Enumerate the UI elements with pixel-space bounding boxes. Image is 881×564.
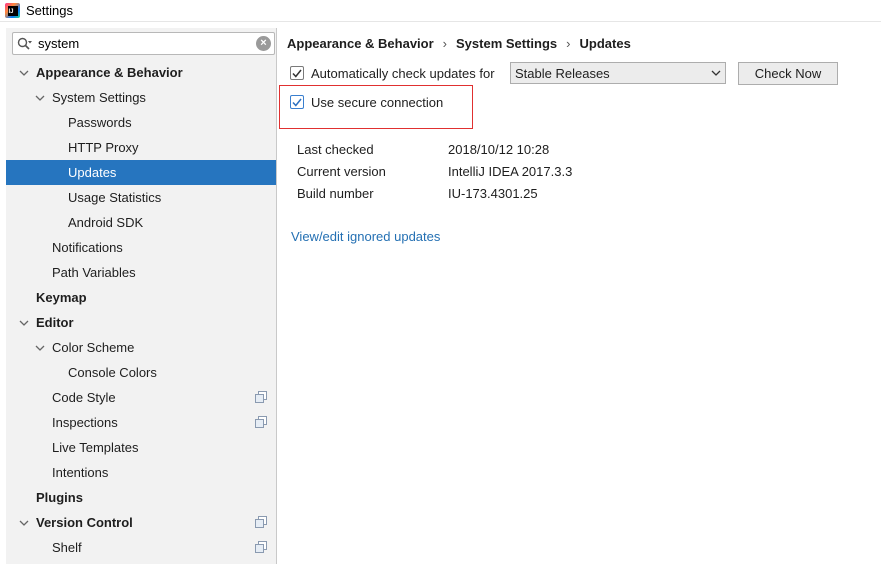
tree-item-label: Code Style <box>52 390 116 405</box>
tree-item[interactable]: Console Colors <box>6 360 276 385</box>
tree-item-label: Inspections <box>52 415 118 430</box>
tree-item-label: Usage Statistics <box>68 190 162 205</box>
tree-item-label: Passwords <box>68 115 132 130</box>
tree-item[interactable]: Inspections <box>6 410 276 435</box>
search-input[interactable] <box>36 33 256 54</box>
tree-item-label: System Settings <box>52 90 146 105</box>
updates-panel: Appearance & Behavior › System Settings … <box>278 28 881 564</box>
tree-item-label: Intentions <box>52 465 109 480</box>
tree-item-label: Console Colors <box>68 365 157 380</box>
tree-item-label: Android SDK <box>68 215 144 230</box>
tree-item[interactable]: Code Style <box>6 385 276 410</box>
tree-item[interactable]: Notifications <box>6 235 276 260</box>
clear-search-icon[interactable]: × <box>256 36 271 51</box>
check-icon <box>292 98 302 107</box>
tree-item-label: Plugins <box>36 490 83 505</box>
tree-item[interactable]: Shelf <box>6 535 276 560</box>
build-number-value: IU-173.4301.25 <box>448 186 538 201</box>
breadcrumb-item: Appearance & Behavior <box>287 36 434 51</box>
project-scope-icon <box>255 391 267 403</box>
tree-item-label: Updates <box>68 165 117 180</box>
tree-item-label: Shelf <box>52 540 82 555</box>
update-channel-value: Stable Releases <box>515 65 610 81</box>
project-scope-icon <box>255 416 267 428</box>
chevron-down-icon[interactable] <box>19 318 29 328</box>
check-now-button[interactable]: Check Now <box>738 62 838 85</box>
chevron-down-icon[interactable] <box>19 518 29 528</box>
tree-item[interactable]: Updates <box>6 160 276 185</box>
intellij-app-icon: IJ <box>5 3 20 18</box>
chevron-down-icon <box>707 70 725 76</box>
chevron-down-icon[interactable] <box>35 343 45 353</box>
view-ignored-updates-link[interactable]: View/edit ignored updates <box>291 229 440 244</box>
tree-item[interactable]: Live Templates <box>6 435 276 460</box>
update-channel-select[interactable]: Stable Releases <box>510 62 726 84</box>
tree-item[interactable]: Keymap <box>6 285 276 310</box>
build-number-label: Build number <box>297 186 374 201</box>
last-checked-label: Last checked <box>297 142 374 157</box>
tree-item[interactable]: Color Scheme <box>6 335 276 360</box>
secure-connection-label[interactable]: Use secure connection <box>311 95 443 110</box>
tree-item-label: Keymap <box>36 290 87 305</box>
tree-item-label: Notifications <box>52 240 123 255</box>
tree-item[interactable]: Editor <box>6 310 276 335</box>
chevron-down-icon[interactable] <box>35 93 45 103</box>
search-icon[interactable] <box>14 33 36 54</box>
auto-check-checkbox[interactable] <box>290 66 304 80</box>
breadcrumb-item: System Settings <box>456 36 558 51</box>
settings-sidebar: × Appearance & Behavior System Settings Pa… <box>6 28 277 564</box>
tree-item[interactable]: Android SDK <box>6 210 276 235</box>
tree-item[interactable]: Path Variables <box>6 260 276 285</box>
tree-item[interactable]: System Settings <box>6 85 276 110</box>
tree-item-label: Appearance & Behavior <box>36 65 183 80</box>
tree-item[interactable]: Appearance & Behavior <box>6 60 276 85</box>
tree-item-label: Color Scheme <box>52 340 135 355</box>
tree-item[interactable]: Passwords <box>6 110 276 135</box>
tree-item-label: Path Variables <box>52 265 136 280</box>
tree-item-label: Editor <box>36 315 74 330</box>
current-version-value: IntelliJ IDEA 2017.3.3 <box>448 164 573 179</box>
title-bar: IJ Settings <box>0 0 881 22</box>
chevron-down-icon[interactable] <box>19 68 29 78</box>
settings-search-box[interactable]: × <box>12 32 275 55</box>
settings-tree: Appearance & Behavior System Settings Pass… <box>6 60 276 560</box>
current-version-label: Current version <box>297 164 386 179</box>
auto-check-label[interactable]: Automatically check updates for <box>311 66 495 81</box>
tree-item[interactable]: Usage Statistics <box>6 185 276 210</box>
window-title: Settings <box>26 3 73 18</box>
tree-item[interactable]: Version Control <box>6 510 276 535</box>
breadcrumb: Appearance & Behavior › System Settings … <box>287 36 631 51</box>
tree-item[interactable]: Intentions <box>6 460 276 485</box>
tree-item[interactable]: Plugins <box>6 485 276 510</box>
last-checked-value: 2018/10/12 10:28 <box>448 142 550 157</box>
breadcrumb-item: Updates <box>579 36 631 51</box>
breadcrumb-separator: › <box>566 36 571 51</box>
project-scope-icon <box>255 516 267 528</box>
breadcrumb-separator: › <box>442 36 448 51</box>
secure-connection-checkbox[interactable] <box>290 95 304 109</box>
check-icon <box>292 69 302 78</box>
tree-item[interactable]: HTTP Proxy <box>6 135 276 160</box>
project-scope-icon <box>255 541 267 553</box>
tree-item-label: Live Templates <box>52 440 139 455</box>
tree-item-label: HTTP Proxy <box>68 140 139 155</box>
tree-item-label: Version Control <box>36 515 133 530</box>
